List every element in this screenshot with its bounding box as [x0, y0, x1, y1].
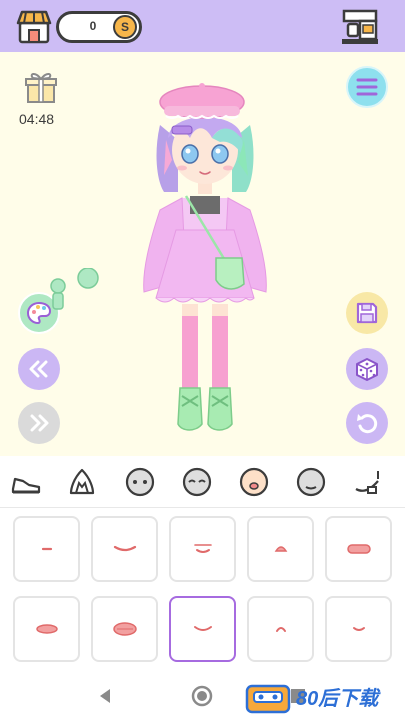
coin-count: 0	[89, 19, 97, 33]
mouth-option-10[interactable]	[325, 596, 392, 662]
double-chevron-left-icon[interactable]	[18, 348, 60, 390]
site-watermark: 80后下载	[244, 676, 404, 716]
tab-mouth-icon[interactable]	[234, 464, 274, 500]
tab-eyes-icon[interactable]	[177, 464, 217, 500]
charm-decoration	[46, 267, 104, 316]
tab-accessory-icon[interactable]	[347, 464, 387, 500]
mouth-option-4[interactable]	[247, 516, 314, 582]
gift-timer: 04:48	[19, 111, 55, 127]
gift-icon[interactable]	[24, 70, 58, 104]
tab-hair-icon[interactable]	[62, 464, 102, 500]
floppy-disk-icon[interactable]	[346, 292, 388, 334]
tab-shoes-icon[interactable]	[6, 464, 46, 500]
coffee-machine-icon[interactable]	[340, 8, 380, 46]
mouth-option-1[interactable]	[13, 516, 80, 582]
nav-home-icon[interactable]	[190, 684, 214, 708]
mouth-option-5[interactable]	[325, 516, 392, 582]
menu-icon[interactable]	[346, 66, 388, 108]
mouth-option-9[interactable]	[247, 596, 314, 662]
mouth-option-6[interactable]	[13, 596, 80, 662]
undo-icon[interactable]	[346, 402, 388, 444]
tab-skin-icon[interactable]	[291, 464, 331, 500]
mouth-option-3[interactable]	[169, 516, 236, 582]
coin-balance: 0 S	[56, 11, 142, 43]
dice-icon[interactable]	[346, 348, 388, 390]
shop-icon[interactable]	[16, 9, 52, 45]
mouth-option-8[interactable]	[169, 596, 236, 662]
character-avatar	[130, 80, 280, 442]
coin-icon[interactable]: S	[113, 15, 137, 39]
category-tab-bar	[0, 456, 405, 508]
system-nav-bar: 80后下载	[0, 674, 405, 720]
double-chevron-right-icon[interactable]	[18, 402, 60, 444]
mouth-option-2[interactable]	[91, 516, 158, 582]
watermark-cassette-icon	[245, 684, 291, 714]
nav-back-icon[interactable]	[96, 686, 116, 706]
mouth-options-grid	[0, 508, 405, 674]
watermark-text: 80后下载	[296, 688, 379, 710]
tab-face-icon[interactable]	[120, 464, 160, 500]
mouth-option-7[interactable]	[91, 596, 158, 662]
top-bar: 0 S	[0, 0, 405, 52]
